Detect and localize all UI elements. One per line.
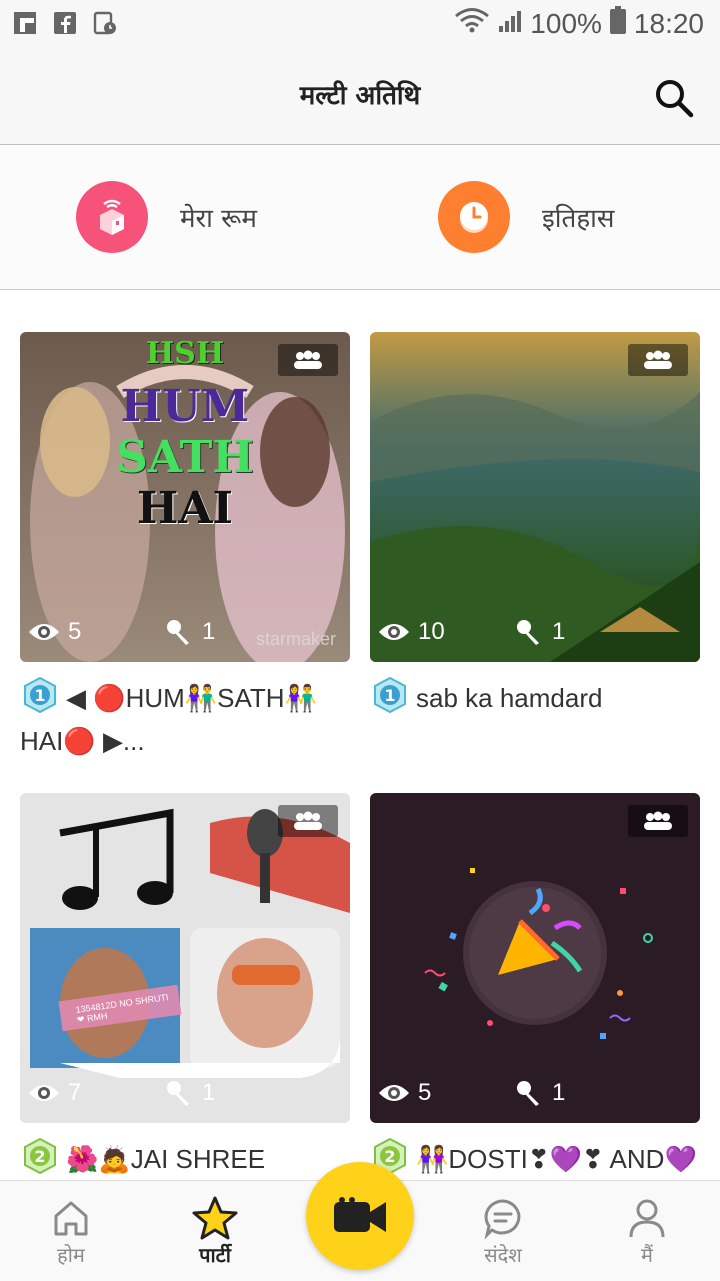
group-icon xyxy=(644,811,672,830)
mic-count: 1 xyxy=(552,1079,566,1106)
room-name: sab ka hamdard xyxy=(416,682,603,713)
room-title[interactable]: 1 sab ka hamdard xyxy=(370,676,700,724)
clipboard-clock-icon xyxy=(92,10,118,36)
multi-guest-badge xyxy=(278,805,338,837)
room-name: ◀ 🔴HUM👫SATH👫 HAI🔴 ▶... xyxy=(20,682,317,756)
multi-guest-badge xyxy=(628,344,688,376)
signal-icon xyxy=(498,8,522,40)
quick-actions: मेरा रूम इतिहास xyxy=(0,145,720,290)
profile-icon xyxy=(592,1195,702,1241)
nav-me[interactable]: मैं xyxy=(592,1195,702,1268)
battery-percent: 100% xyxy=(530,7,602,39)
room-card[interactable]: 1354812D NO SHRUTI❤ RMH 7 1 xyxy=(20,793,350,1123)
my-room-label: मेरा रूम xyxy=(180,204,257,234)
level-badge-icon: 2 xyxy=(20,1137,60,1180)
cover-text-sath: SATH xyxy=(116,432,254,483)
nav-party[interactable]: पार्टी xyxy=(160,1195,270,1268)
battery-icon xyxy=(609,6,626,41)
cover-text-hum: HUM xyxy=(120,381,250,432)
microphone-icon xyxy=(517,620,539,645)
home-icon xyxy=(16,1195,126,1241)
multi-guest-badge xyxy=(628,805,688,837)
svg-text:1: 1 xyxy=(34,686,45,705)
go-live-button[interactable] xyxy=(306,1162,414,1270)
group-icon xyxy=(294,811,322,830)
room-card[interactable]: HSH HUM SATH HAI starmaker 5 1 xyxy=(20,332,350,662)
level-badge-icon: 1 xyxy=(20,676,60,724)
status-bar: 100% 18:20 xyxy=(0,0,720,50)
wifi-icon xyxy=(454,7,490,40)
nav-home[interactable]: होम xyxy=(16,1195,126,1268)
svg-text:2: 2 xyxy=(34,1147,45,1166)
history-button[interactable]: इतिहास xyxy=(438,181,614,253)
view-count: 5 xyxy=(68,618,82,645)
microphone-icon xyxy=(167,1081,189,1106)
search-button[interactable] xyxy=(654,78,694,118)
room-title[interactable]: 2 👭DOSTI❣💜❣ AND💜💜💜MASTI👭 xyxy=(370,1137,700,1180)
nav-messages-label: संदेश xyxy=(484,1243,522,1267)
mic-count: 1 xyxy=(202,618,216,645)
level-badge-icon: 1 xyxy=(370,676,410,724)
room-name: 👭DOSTI❣💜❣ AND💜💜💜MASTI👭 xyxy=(416,1143,697,1174)
eye-icon xyxy=(379,1085,409,1101)
page-title: मल्टी अतिथि xyxy=(299,81,421,111)
video-camera-icon xyxy=(334,1197,386,1232)
search-icon xyxy=(656,80,694,118)
room-card[interactable]: 10 1 xyxy=(370,332,700,662)
room-card[interactable]: 5 1 xyxy=(370,793,700,1123)
svg-text:1: 1 xyxy=(384,686,395,705)
my-room-button[interactable]: मेरा रूम xyxy=(76,181,257,253)
eye-icon xyxy=(379,624,409,640)
room-title[interactable]: 2 🌺🙇JAI SHREE KRISHNA🙇🌺 xyxy=(20,1137,350,1180)
my-room-icon xyxy=(76,181,148,253)
view-count: 5 xyxy=(418,1079,432,1106)
eye-icon xyxy=(29,1085,59,1101)
app-bar: मल्टी अतिथि xyxy=(0,50,720,145)
nav-messages[interactable]: संदेश xyxy=(448,1195,558,1268)
chat-icon xyxy=(448,1195,558,1241)
svg-text:2: 2 xyxy=(384,1147,395,1166)
star-icon xyxy=(160,1195,270,1241)
cover-text-hai: HAI xyxy=(136,483,234,534)
group-icon xyxy=(644,350,672,369)
view-count: 10 xyxy=(418,618,445,645)
history-icon xyxy=(438,181,510,253)
nav-home-label: होम xyxy=(57,1243,85,1267)
mic-count: 1 xyxy=(552,618,566,645)
flipboard-icon xyxy=(12,10,38,36)
room-title[interactable]: 1 ◀ 🔴HUM👫SATH👫 HAI🔴 ▶... xyxy=(20,676,350,758)
microphone-icon xyxy=(167,620,189,645)
view-count: 7 xyxy=(68,1079,82,1106)
nav-party-label: पार्टी xyxy=(199,1243,231,1267)
group-icon xyxy=(294,350,322,369)
multi-guest-badge xyxy=(278,344,338,376)
microphone-icon xyxy=(517,1081,539,1106)
eye-icon xyxy=(29,624,59,640)
mic-count: 1 xyxy=(202,1079,216,1106)
nav-me-label: मैं xyxy=(641,1243,653,1267)
clock: 18:20 xyxy=(633,7,704,39)
history-label: इतिहास xyxy=(542,204,615,234)
facebook-icon xyxy=(52,10,78,36)
